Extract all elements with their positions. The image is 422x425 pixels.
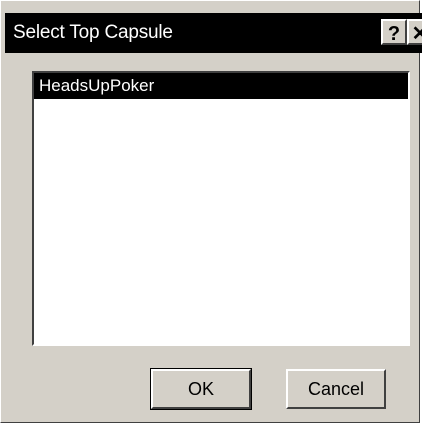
select-top-capsule-dialog: Select Top Capsule ? ✕ HeadsUpPoker OK C… <box>0 0 422 423</box>
cancel-button[interactable]: Cancel <box>286 369 386 409</box>
close-button[interactable]: ✕ <box>407 19 422 45</box>
list-item[interactable]: HeadsUpPoker <box>34 73 408 99</box>
capsule-listbox[interactable]: HeadsUpPoker <box>32 71 410 346</box>
ok-button[interactable]: OK <box>150 368 252 410</box>
close-icon: ✕ <box>411 23 422 45</box>
title-bar[interactable]: Select Top Capsule ? ✕ <box>5 13 422 53</box>
question-mark-icon: ? <box>387 23 401 45</box>
help-button[interactable]: ? <box>381 19 407 45</box>
dialog-title: Select Top Capsule <box>13 22 173 43</box>
